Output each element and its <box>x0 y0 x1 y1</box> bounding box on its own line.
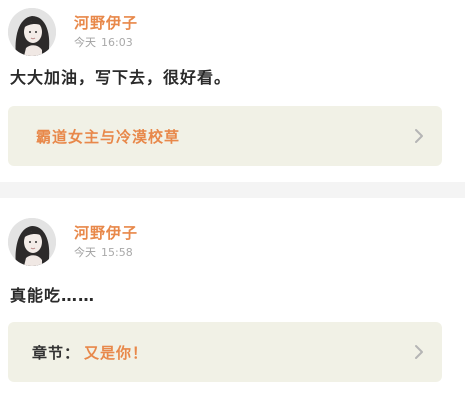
timestamp-day: 今天 <box>74 246 96 259</box>
comment-card: 河野伊子 今天 15:58 真能吃…… 章节： 又是你！ <box>0 198 465 404</box>
comment-text: 真能吃…… <box>10 286 96 305</box>
chapter-title: 霸道女主与冷漠校草 <box>36 127 181 146</box>
username[interactable]: 河野伊子 <box>74 15 138 31</box>
chapter-label: 章节： 又是你！ <box>32 342 148 363</box>
timestamp-time: 16:03 <box>101 36 133 49</box>
avatar[interactable] <box>8 8 56 56</box>
avatar-icon <box>8 218 56 266</box>
chapter-link[interactable]: 霸道女主与冷漠校草 <box>8 106 442 166</box>
comment-text: 大大加油，写下去，很好看。 <box>10 68 232 87</box>
chapter-prefix: 章节： <box>32 343 81 362</box>
timestamp: 今天 15:58 <box>74 247 138 259</box>
username[interactable]: 河野伊子 <box>74 225 138 241</box>
comment-meta: 河野伊子 今天 16:03 <box>74 15 138 49</box>
timestamp-day: 今天 <box>74 36 96 49</box>
avatar-icon <box>8 8 56 56</box>
comment-meta: 河野伊子 今天 15:58 <box>74 225 138 259</box>
chevron-right-icon <box>415 129 423 143</box>
comment-header: 河野伊子 今天 15:58 <box>8 218 138 266</box>
timestamp-time: 15:58 <box>101 246 133 259</box>
chapter-link[interactable]: 章节： 又是你！ <box>8 322 442 382</box>
comment-feed: 河野伊子 今天 16:03 大大加油，写下去，很好看。 霸道女主与冷漠校草 河野… <box>0 0 465 404</box>
chapter-label: 霸道女主与冷漠校草 <box>32 126 180 147</box>
timestamp: 今天 16:03 <box>74 37 138 49</box>
chapter-title: 又是你！ <box>84 343 149 362</box>
chevron-right-icon <box>415 345 423 359</box>
comment-header: 河野伊子 今天 16:03 <box>8 8 138 56</box>
comment-card: 河野伊子 今天 16:03 大大加油，写下去，很好看。 霸道女主与冷漠校草 <box>0 0 465 182</box>
avatar[interactable] <box>8 218 56 266</box>
